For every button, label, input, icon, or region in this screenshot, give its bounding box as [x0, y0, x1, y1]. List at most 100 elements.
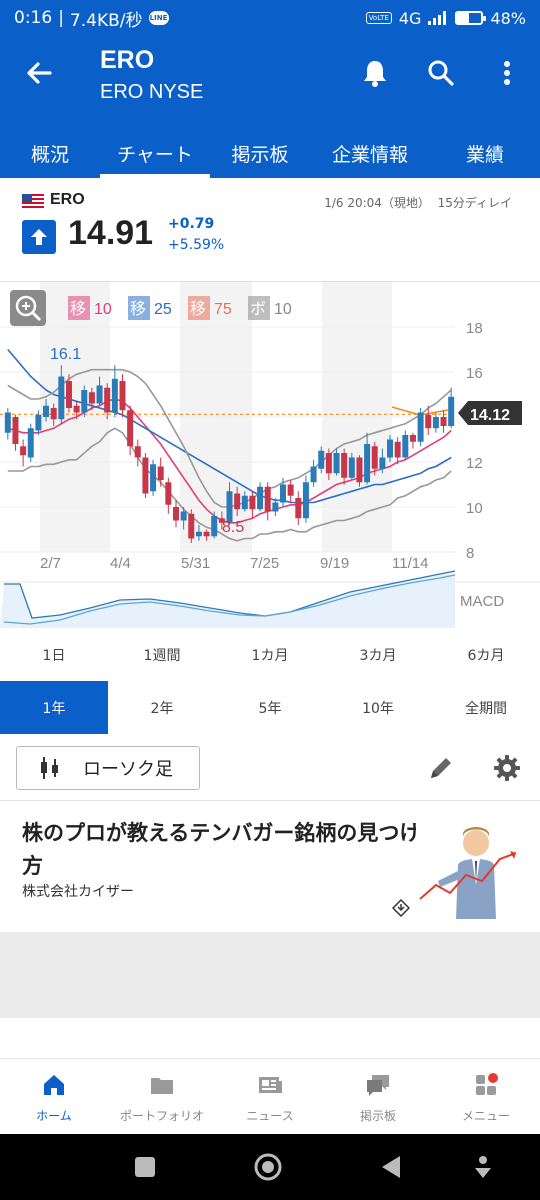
bell-icon — [364, 61, 386, 87]
candle — [157, 466, 164, 480]
candle — [142, 457, 149, 494]
quote-timestamp: 1/6 20:04（現地） 15分ディレイ — [324, 196, 512, 210]
ad-sponsor: 株式会社カイザー — [22, 884, 134, 900]
tab-board[interactable]: 掲示板 — [210, 128, 310, 178]
legend-tag: ボ — [250, 299, 266, 318]
tab-company-info[interactable]: 企業情報 — [310, 128, 430, 178]
more-options-button[interactable] — [490, 56, 524, 90]
notification-button[interactable] — [358, 56, 392, 90]
range-3m[interactable]: 3カ月 — [324, 628, 432, 681]
range-1y[interactable]: 1年 — [0, 681, 108, 734]
tab-earnings[interactable]: 業績 — [430, 128, 540, 178]
search-icon — [428, 60, 454, 86]
candle — [356, 457, 363, 483]
high-annotation: 16.1 — [50, 346, 81, 363]
range-5y[interactable]: 5年 — [216, 681, 324, 734]
nav-board[interactable]: 掲示板 — [324, 1059, 432, 1134]
back-button[interactable] — [22, 56, 56, 90]
tab-overview[interactable]: 概況 — [0, 128, 100, 178]
keyboard-hide-icon[interactable] — [475, 1156, 491, 1178]
candle — [119, 381, 126, 411]
y-tick-label: 8 — [466, 545, 474, 562]
candle — [257, 486, 264, 510]
nav-menu[interactable]: メニュー — [432, 1059, 540, 1134]
candle — [127, 410, 134, 447]
home-circle-icon[interactable] — [254, 1153, 282, 1181]
battery-percent: 48% — [490, 8, 526, 28]
candle — [88, 392, 95, 404]
candle — [58, 376, 65, 420]
range-2y[interactable]: 2年 — [108, 681, 216, 734]
y-tick-label: 16 — [466, 365, 483, 382]
network-indicator: 4G — [398, 8, 422, 28]
candle — [234, 493, 241, 510]
range-6m[interactable]: 6カ月 — [432, 628, 540, 681]
quote-change: +0.79 — [168, 216, 215, 232]
candle — [432, 417, 439, 429]
candle — [12, 417, 19, 444]
candle — [27, 428, 34, 458]
page-subtitle: ERO NYSE — [100, 81, 204, 103]
range-1d[interactable]: 1日 — [0, 628, 108, 681]
folder-icon — [151, 1078, 173, 1094]
tab-chart[interactable]: チャート — [100, 128, 210, 178]
ad-title[interactable]: 株のプロが教えるテンバガー銘柄の見つけ方 — [22, 817, 422, 883]
legend-tag: 移 — [130, 299, 146, 318]
page-title: ERO — [100, 46, 155, 74]
price-chart[interactable]: 181614121082/74/45/317/259/1911/14移10移25… — [0, 282, 540, 628]
candle — [402, 435, 409, 458]
gear-icon[interactable] — [492, 753, 522, 783]
quote-price: 14.91 — [68, 214, 154, 252]
search-button[interactable] — [424, 56, 458, 90]
ad-choices-icon[interactable] — [392, 899, 410, 917]
ad-businessman-image — [416, 815, 520, 919]
candle — [73, 405, 80, 413]
candle — [20, 446, 27, 456]
news-icon — [259, 1077, 282, 1093]
range-all[interactable]: 全期間 — [432, 681, 540, 734]
candle — [318, 450, 325, 469]
candle — [188, 513, 195, 539]
nav-home[interactable]: ホーム — [0, 1059, 108, 1134]
candle — [180, 511, 187, 521]
candle — [195, 531, 202, 537]
candle — [425, 414, 432, 429]
candle — [43, 405, 50, 417]
battery-icon — [455, 11, 487, 25]
candle — [211, 516, 218, 537]
candle — [348, 457, 355, 478]
macd-area — [0, 571, 455, 628]
nav-portfolio[interactable]: ポートフォリオ — [108, 1059, 216, 1134]
recents-icon[interactable] — [135, 1157, 155, 1177]
quote-panel: ERO 1/6 20:04（現地） 15分ディレイ 14.91 +0.79 +5… — [0, 178, 540, 282]
us-flag-icon — [22, 194, 44, 209]
candle — [333, 453, 340, 474]
range-10y[interactable]: 10年 — [324, 681, 432, 734]
home-icon — [44, 1075, 64, 1095]
app-bar: ERO ERO NYSE — [0, 36, 540, 128]
chart-canvas[interactable]: 181614121082/74/45/317/259/1911/14移10移25… — [0, 282, 540, 628]
low-annotation: 8.5 — [222, 519, 244, 536]
chart-type-button[interactable]: ローソク足 — [16, 746, 200, 790]
quote-change-percent: +5.59% — [168, 237, 225, 253]
price-up-icon — [22, 220, 56, 254]
y-tick-label: 12 — [466, 455, 483, 472]
candle — [203, 531, 210, 537]
legend-value: 25 — [154, 301, 172, 318]
pencil-icon[interactable] — [426, 753, 456, 783]
signal-icon — [428, 11, 447, 25]
candle — [4, 412, 11, 433]
range-1w[interactable]: 1週間 — [108, 628, 216, 681]
candle — [364, 444, 371, 483]
range-1m[interactable]: 1カ月 — [216, 628, 324, 681]
candle — [81, 390, 88, 413]
chat-icon — [367, 1075, 389, 1096]
ad-card[interactable]: 株のプロが教えるテンバガー銘柄の見つけ方 株式会社カイザー — [0, 800, 540, 932]
legend-value: 10 — [94, 301, 112, 318]
nav-news[interactable]: ニュース — [216, 1059, 324, 1134]
status-bar: 0:16 | 7.4KB/秒 LINE VoLTE 4G 48% — [0, 0, 540, 36]
quote-symbol: ERO — [50, 191, 85, 208]
status-time: 0:16 — [14, 8, 53, 28]
legend-tag: 移 — [70, 299, 86, 318]
back-triangle-icon[interactable] — [382, 1156, 400, 1178]
